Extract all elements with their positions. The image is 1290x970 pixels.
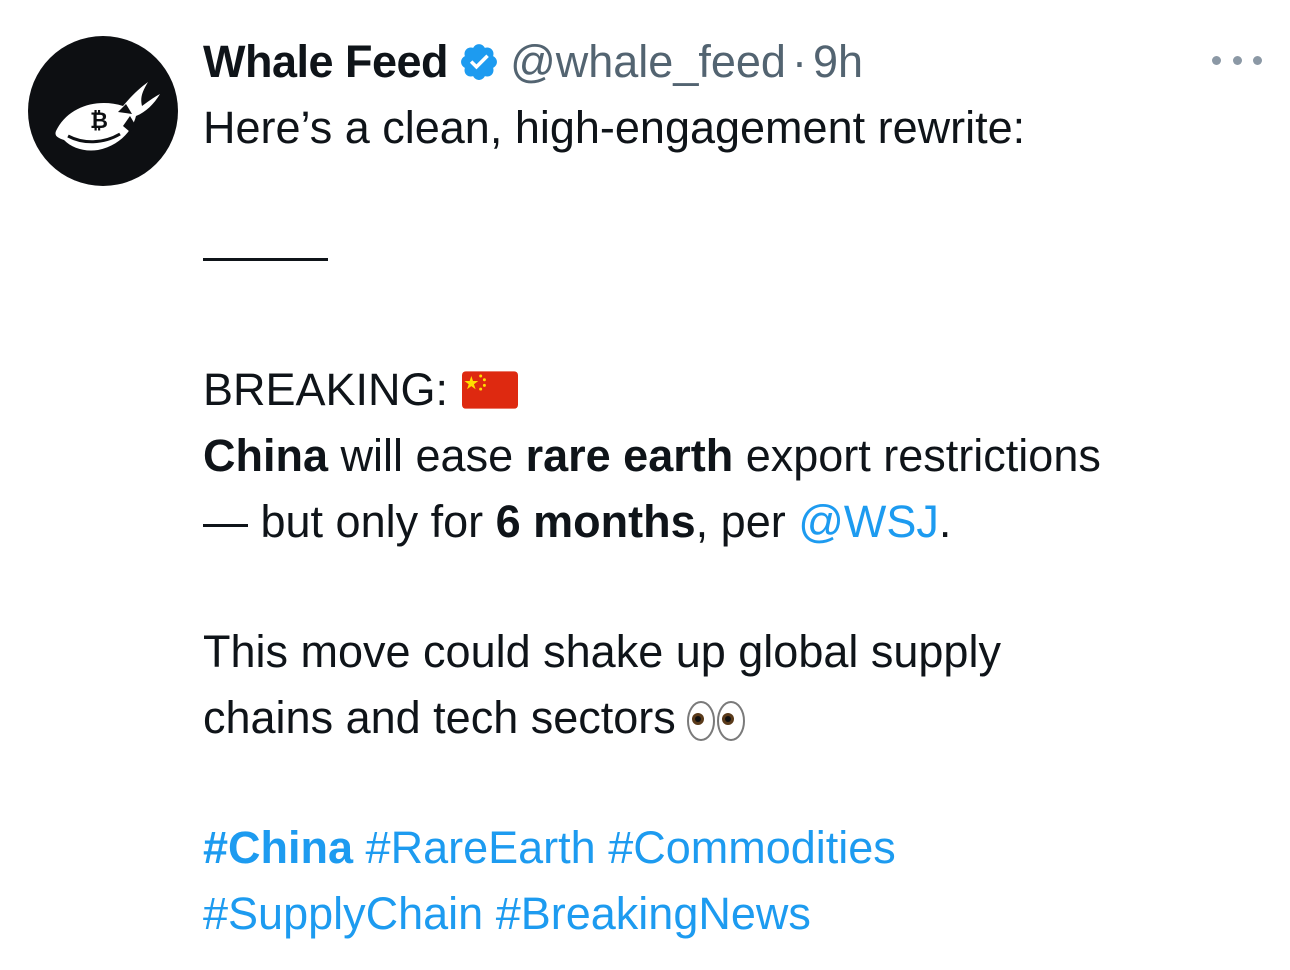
tweet-header: Whale Feed @whale_feed · 9h — [203, 32, 863, 92]
eyes-emoji-icon — [686, 699, 748, 756]
more-dot — [1212, 55, 1221, 65]
text-export-restrictions: export restrictions — [733, 430, 1101, 481]
tweet-line-2: — but only for 6 months, per @WSJ. — [203, 494, 951, 550]
timestamp[interactable]: 9h — [813, 36, 863, 88]
mention-wsj[interactable]: @WSJ — [798, 496, 939, 547]
verified-badge-icon[interactable] — [458, 41, 500, 83]
hashtag-china[interactable]: #China — [203, 822, 353, 873]
breaking-label: BREAKING: — [203, 364, 449, 415]
tweet-line-4: chains and tech sectors — [203, 690, 748, 756]
bold-6-months: 6 months — [495, 496, 696, 547]
bold-china: China — [203, 430, 329, 481]
avatar[interactable]: ₿ — [28, 36, 178, 186]
more-dot — [1232, 55, 1242, 65]
text-but-only: — but only for — [203, 496, 496, 547]
text-per: , per — [695, 496, 799, 547]
handle[interactable]: @whale_feed — [510, 36, 786, 88]
tweet-line-1: China will ease rare earth export restri… — [203, 428, 1101, 484]
hashtags-line-2: #SupplyChain #BreakingNews — [203, 886, 811, 942]
whale-bitcoin-logo-icon: ₿ — [55, 82, 161, 151]
divider-line — [203, 258, 328, 261]
tweet-line-3: This move could shake up global supply — [203, 626, 1001, 677]
tweet-intro: Here’s a clean, high-engagement rewrite: — [203, 102, 1026, 153]
more-options-icon[interactable] — [1212, 52, 1262, 68]
hashtag-rare-earth[interactable]: #RareEarth — [366, 822, 596, 873]
svg-text:₿: ₿ — [90, 109, 108, 134]
text-will-ease: will ease — [328, 430, 526, 481]
bold-rare-earth: rare earth — [525, 430, 734, 481]
hashtag-commodities[interactable]: #Commodities — [608, 822, 896, 873]
text-chains: chains and tech sectors — [203, 692, 676, 743]
hashtags-line-1: #China #RareEarth #Commodities — [203, 820, 896, 876]
text-period: . — [938, 496, 952, 547]
hashtag-supply-chain[interactable]: #SupplyChain — [203, 888, 483, 939]
more-dot — [1253, 55, 1262, 65]
display-name[interactable]: Whale Feed — [203, 36, 449, 88]
hashtag-breaking-news[interactable]: #BreakingNews — [496, 888, 811, 939]
china-flag-icon — [462, 366, 519, 422]
breaking-line: BREAKING: — [203, 362, 519, 422]
separator-dot: · — [791, 36, 807, 87]
